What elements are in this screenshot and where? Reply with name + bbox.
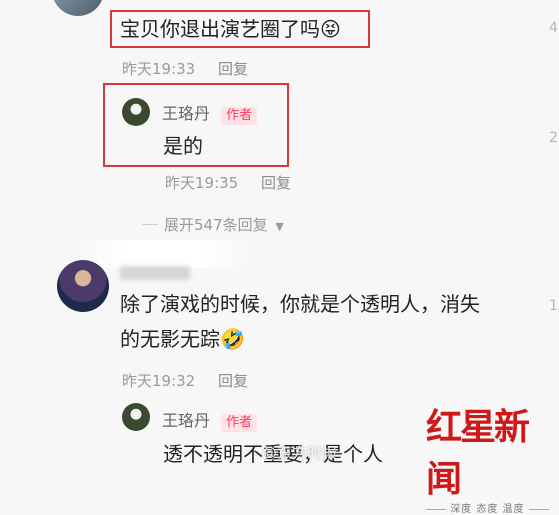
- comment-1-meta: 昨天19:33 回复: [122, 58, 248, 79]
- divider-line: [142, 224, 158, 225]
- author-avatar-2[interactable]: [122, 403, 150, 431]
- laughing-emoji-icon: 🤣: [220, 327, 245, 351]
- author-reply-reply-button[interactable]: 回复: [261, 174, 291, 192]
- comment-1-text-row: 宝贝你退出演艺圈了吗😝: [120, 15, 341, 43]
- author-reply-text: 是的: [163, 134, 203, 158]
- author-2-name[interactable]: 王珞丹: [162, 411, 210, 430]
- side-count-3: 1: [549, 298, 558, 314]
- user-avatar-2[interactable]: [57, 260, 109, 312]
- comment-1-text: 宝贝你退出演艺圈了吗: [120, 17, 320, 41]
- user-avatar-top[interactable]: [52, 0, 104, 16]
- logo-subtitle: 深度 态度 温度: [426, 500, 556, 515]
- author-name[interactable]: 王珞丹: [162, 104, 210, 123]
- author-tag: 作者: [221, 107, 258, 125]
- watermark-text: @东方时报: [262, 444, 338, 462]
- expand-replies-button[interactable]: 展开547条回复 ▼: [142, 214, 284, 235]
- side-count-1: 4: [549, 20, 558, 36]
- comment-2-line-1: 除了演戏的时候，你就是个透明人，消失: [120, 292, 480, 316]
- expand-replies-label: 展开547条回复: [164, 216, 268, 234]
- comment-2-line-2-text: 的无影无踪: [120, 327, 220, 351]
- blurred-area: [75, 240, 250, 268]
- chevron-down-icon: ▼: [275, 220, 284, 233]
- red-star-news-logo: 红星新闻 深度 态度 温度: [426, 398, 556, 515]
- author-2-name-row: 王珞丹 作者: [162, 407, 258, 432]
- logo-sub-line-left: [426, 508, 446, 510]
- author-name-row: 王珞丹 作者: [162, 100, 258, 125]
- author-reply-meta: 昨天19:35 回复: [165, 172, 291, 193]
- side-count-2: 2: [549, 130, 558, 146]
- author-2-tag: 作者: [221, 414, 258, 432]
- comment-2-reply-button[interactable]: 回复: [218, 372, 248, 390]
- author-avatar[interactable]: [122, 98, 150, 126]
- comment-2-meta: 昨天19:32 回复: [122, 370, 248, 391]
- comment-1-time: 昨天19:33: [122, 60, 196, 78]
- emoji-icon: 😝: [320, 17, 341, 41]
- logo-main-text: 红星新闻: [426, 406, 530, 500]
- comment-2-line-2: 的无影无踪🤣: [120, 325, 245, 353]
- author-reply-time: 昨天19:35: [165, 174, 239, 192]
- comment-1-reply-button[interactable]: 回复: [218, 60, 248, 78]
- logo-sub-line-right: [528, 508, 549, 510]
- user-2-name-blurred: [120, 266, 190, 280]
- comment-2-time: 昨天19:32: [122, 372, 196, 390]
- logo-sub-text: 深度 态度 温度: [450, 504, 525, 515]
